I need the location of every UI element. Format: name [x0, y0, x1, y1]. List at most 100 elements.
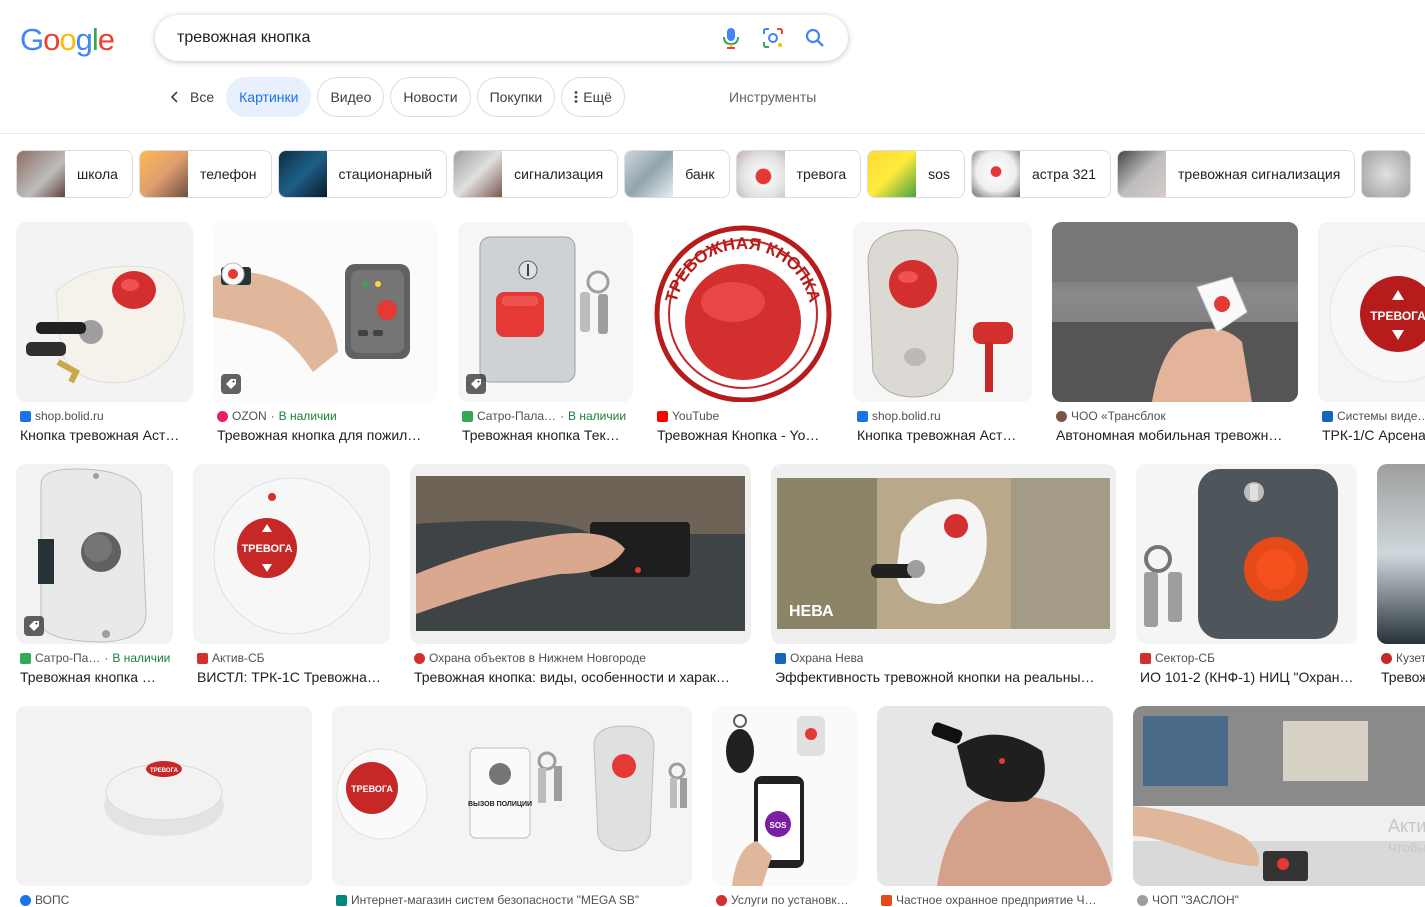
result-tile[interactable]: SOS Услуги по установк…	[712, 706, 857, 907]
favicon	[217, 410, 228, 422]
result-tile[interactable]: ЧОП "ЗАСЛОН"	[1133, 706, 1425, 907]
search-box[interactable]: тревожная кнопка	[155, 15, 848, 61]
tab-all[interactable]: Все	[162, 77, 220, 117]
activation-watermark-sub: Чтобы	[1388, 840, 1425, 855]
tab-shopping[interactable]: Покупки	[476, 77, 556, 117]
chip-bank[interactable]: банк	[624, 150, 730, 198]
result-tile[interactable]: Охрана объектов в Нижнем Новгороде Трево…	[410, 464, 751, 689]
result-image	[16, 464, 173, 644]
google-logo[interactable]: Google	[20, 22, 115, 58]
youtube-icon	[657, 410, 668, 422]
result-tile[interactable]: ТРЕВОГА Актив-СБ ВИСТЛ: ТРК-1С Тревожна…	[193, 464, 390, 689]
tab-video[interactable]: Видео	[317, 77, 385, 117]
result-tile[interactable]: shop.bolid.ru Кнопка тревожная Аст…	[853, 222, 1032, 447]
chip-astra321[interactable]: астра 321	[970, 150, 1111, 198]
result-title: Тревожная Кнопка - Yo…	[657, 427, 820, 443]
result-image: ТРЕВОГА	[16, 706, 312, 886]
result-title: Кнопка тревожная Аст…	[857, 427, 1017, 443]
result-image: ТРЕВОГА	[1318, 222, 1425, 402]
neva-logo-text: НЕВА	[789, 603, 834, 620]
result-tile[interactable]: Кузет… Тревож…	[1377, 464, 1425, 689]
tab-news[interactable]: Новости	[390, 77, 471, 117]
chip-thumbnail	[1362, 151, 1411, 197]
result-tile[interactable]: ТРЕВОГА ВОПС	[16, 706, 312, 907]
result-title: Эффективность тревожной кнопки на реальн…	[775, 669, 1095, 685]
shopping-tag-icon	[221, 374, 241, 394]
result-title: ИО 101-2 (КНФ-1) НИЦ "Охран…	[1140, 669, 1354, 685]
tools-button[interactable]: Инструменты	[729, 89, 816, 105]
result-image	[1377, 464, 1425, 644]
image-label: ТРЕВОГА	[150, 768, 179, 774]
favicon	[1381, 652, 1392, 664]
more-vert-icon	[574, 91, 578, 103]
image-label: ТРЕВОГА	[1370, 309, 1425, 323]
image-label: ВЫЗОВ ПОЛИЦИИ	[468, 801, 532, 808]
chip-thumbnail	[278, 151, 327, 197]
microphone-icon[interactable]	[720, 27, 742, 49]
favicon	[20, 410, 31, 422]
chip-phone[interactable]: телефон	[138, 150, 272, 198]
favicon	[1137, 894, 1148, 906]
result-source: Охрана Нева	[775, 651, 863, 665]
chip-partial[interactable]	[1361, 150, 1412, 198]
result-source: Сектор-СБ	[1140, 651, 1215, 665]
result-image	[410, 464, 751, 644]
result-source: Кузет…	[1381, 651, 1425, 665]
chip-sos[interactable]: sos	[867, 150, 965, 198]
favicon	[1140, 652, 1151, 664]
result-tile[interactable]: ТРЕВОГА Системы виде… ТРК-1/С Арсена…	[1318, 222, 1425, 447]
favicon	[716, 894, 727, 906]
tab-more[interactable]: Ещё	[561, 77, 625, 117]
chip-thumbnail	[971, 151, 1020, 197]
chip-stationary[interactable]: стационарный	[277, 150, 448, 198]
favicon	[197, 652, 208, 664]
chip-alarm-word[interactable]: тревога	[735, 150, 862, 198]
activation-watermark: Акти	[1388, 816, 1425, 836]
result-image: ТРЕВОГА ВЫЗОВ ПОЛИЦИИ	[332, 706, 692, 886]
result-source: ЧОП "ЗАСЛОН"	[1137, 893, 1239, 907]
shopping-tag-icon	[24, 616, 44, 636]
result-tile[interactable]: ЧОО «Трансблок Автономная мобильная трев…	[1052, 222, 1298, 447]
search-icon[interactable]	[804, 27, 826, 49]
result-source: OZON · В наличии	[217, 409, 337, 423]
favicon	[1322, 410, 1333, 422]
result-title: ВИСТЛ: ТРК-1С Тревожна…	[197, 669, 381, 685]
result-tile[interactable]: Сатро-Па… · В наличии Тревожная кнопка …	[16, 464, 173, 689]
result-tile[interactable]: Частное охранное предприятие Ч…	[877, 706, 1113, 907]
lens-camera-icon[interactable]	[762, 27, 784, 49]
result-tile[interactable]: shop.bolid.ru Кнопка тревожная Аст…	[16, 222, 193, 447]
result-tile[interactable]: НЕВА Охрана Нева Эффективность тревожной…	[771, 464, 1116, 689]
chip-thumbnail	[868, 151, 917, 197]
chip-school[interactable]: школа	[16, 150, 133, 198]
favicon	[414, 652, 425, 664]
result-source: ВОПС	[20, 893, 69, 907]
result-tile[interactable]: Сектор-СБ ИО 101-2 (КНФ-1) НИЦ "Охран…	[1136, 464, 1357, 689]
chip-thumbnail	[139, 151, 188, 197]
result-title: Тревожная кнопка Тек…	[462, 427, 620, 443]
chip-alarm-signal[interactable]: тревожная сигнализация	[1117, 150, 1356, 198]
result-tile[interactable]: ТРЕВОЖНАЯ КНОПКА YouTube Тревожная Кнопк…	[653, 222, 833, 447]
result-title: Тревожная кнопка для пожил…	[217, 427, 422, 443]
result-image: SOS	[712, 706, 857, 886]
tab-images[interactable]: Картинки	[226, 77, 312, 117]
search-input[interactable]: тревожная кнопка	[177, 29, 700, 47]
chip-alarm[interactable]: сигнализация	[453, 150, 619, 198]
result-source: YouTube	[657, 409, 719, 423]
favicon	[881, 894, 892, 906]
result-title: ТРК-1/С Арсена…	[1322, 427, 1425, 443]
result-source: Актив-СБ	[197, 651, 265, 665]
favicon	[1056, 410, 1067, 422]
result-title: Тревож…	[1381, 669, 1425, 685]
header-divider	[0, 133, 1425, 134]
result-image	[877, 706, 1113, 886]
result-image	[16, 222, 193, 402]
result-source: Сатро-Пала… · В наличии	[462, 409, 626, 423]
result-tile[interactable]: ТРЕВОГА ВЫЗОВ ПОЛИЦИИ Интернет-магазин с…	[332, 706, 692, 907]
result-title: Автономная мобильная тревожн…	[1056, 427, 1283, 443]
result-title: Кнопка тревожная Аст…	[20, 427, 180, 443]
result-source: Системы виде…	[1322, 409, 1425, 423]
favicon	[20, 894, 31, 906]
result-tile[interactable]: Сатро-Пала… · В наличии Тревожная кнопка Т…	[458, 222, 633, 447]
result-tile[interactable]: OZON · В наличии Тревожная кнопка для пожи…	[213, 222, 438, 447]
result-image	[1052, 222, 1298, 402]
